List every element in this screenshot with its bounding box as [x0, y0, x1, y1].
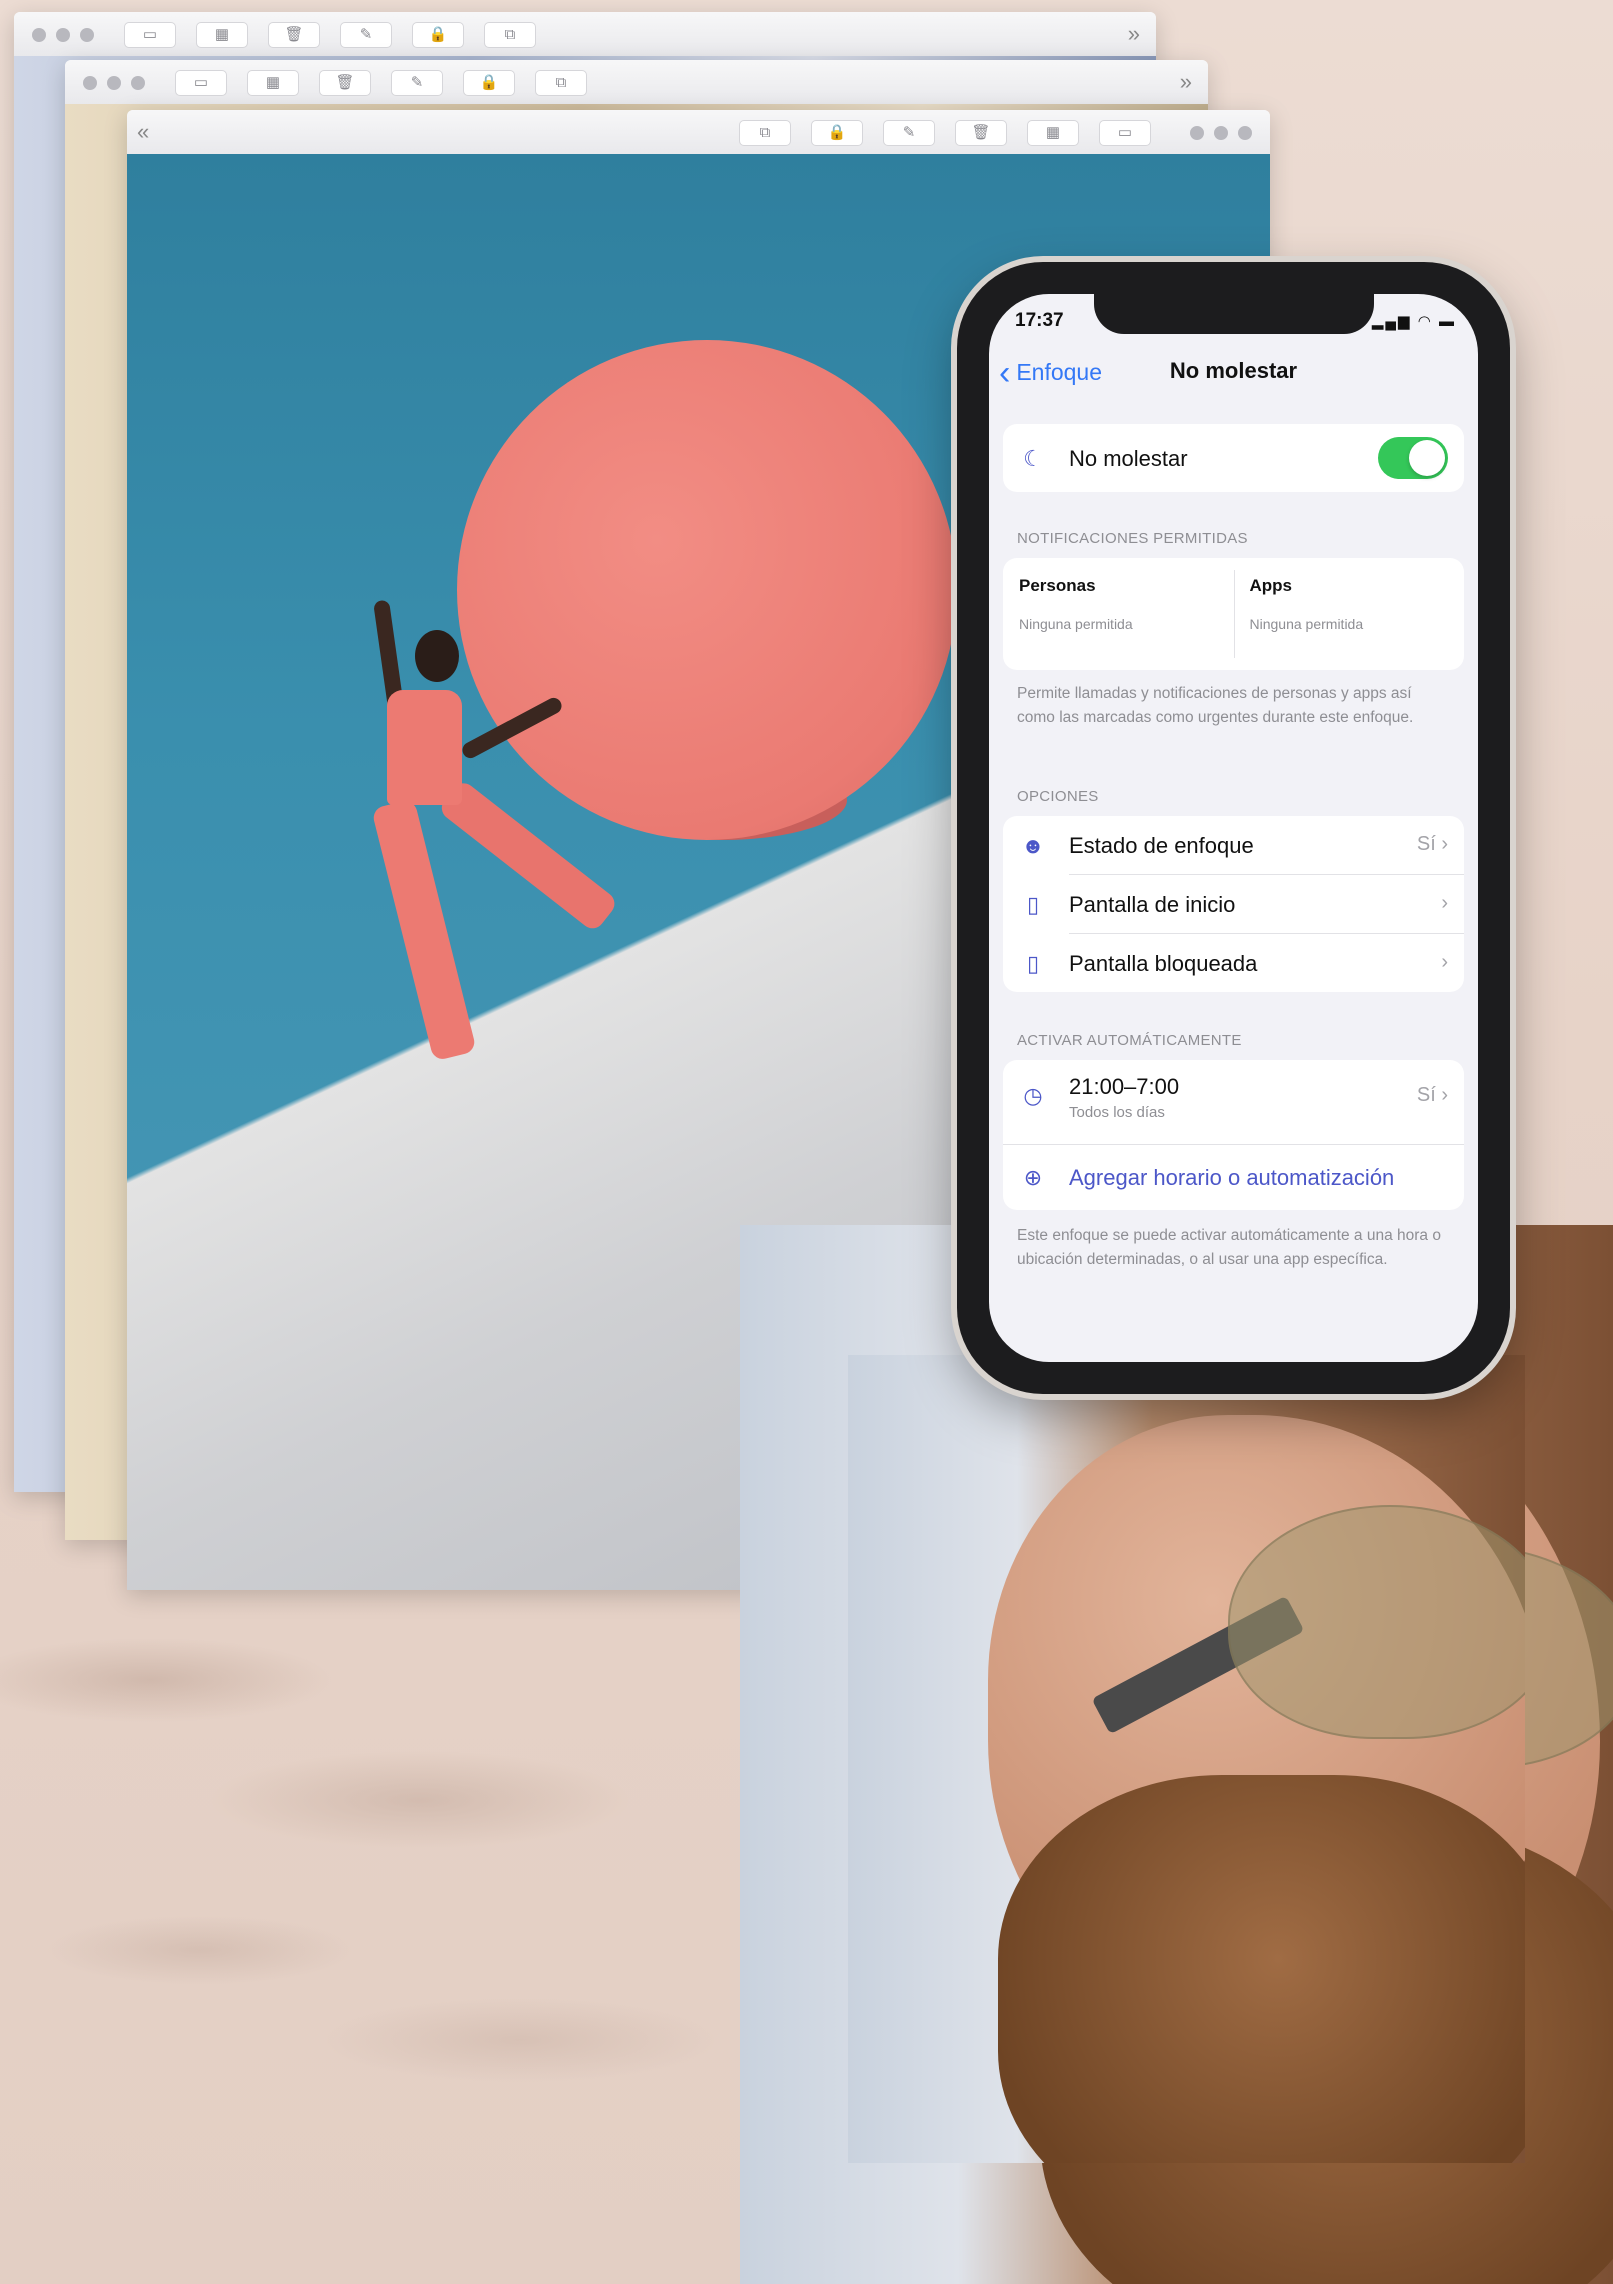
traffic-lights[interactable]	[1190, 126, 1252, 140]
apps-title: Apps	[1249, 576, 1293, 595]
focus-toggle-label: No molestar	[1069, 446, 1188, 471]
lock-button[interactable]: 🔒	[811, 120, 863, 146]
page-title: No molestar	[1169, 358, 1298, 383]
people-subtitle: Ninguna permitida	[1019, 616, 1133, 632]
back-chevron-icon[interactable]: «	[137, 121, 149, 143]
trash-button[interactable]: 🗑	[955, 120, 1007, 146]
status-time: 17:37	[1015, 310, 1064, 331]
status-signal-wifi-battery-icon: ▂▄▆ ◠ ▬	[1371, 313, 1456, 330]
trash-button[interactable]: 🗑	[319, 70, 371, 96]
add-schedule-button[interactable]: ⊕ Agregar horario o automatización	[1003, 1148, 1464, 1206]
schedule-row[interactable]: ◷ 21:00–7:00 Todos los días Sí ›	[1003, 1066, 1464, 1136]
portrait-photo-front	[848, 1355, 1525, 2163]
notifications-card: Personas Ninguna permitida Apps Ninguna …	[1003, 558, 1464, 670]
home-screen-icon: ▯	[1026, 892, 1040, 917]
option-estado-enfoque[interactable]: ☻ Estado de enfoque Sí ›	[1003, 816, 1464, 874]
notifications-note: Permite llamadas y notificaciones de per…	[1017, 685, 1414, 726]
person-circle-icon: ☻	[1021, 833, 1045, 858]
traffic-lights[interactable]	[83, 76, 145, 90]
trash-button[interactable]: 🗑	[268, 22, 320, 48]
clock-icon: ◷	[1023, 1083, 1043, 1108]
chevron-right-icon: ›	[1441, 951, 1448, 973]
grid-view-button[interactable]: ▦	[247, 70, 299, 96]
grid-view-button[interactable]: ▦	[1027, 120, 1079, 146]
people-tile[interactable]: Personas Ninguna permitida	[1003, 558, 1234, 670]
section-notificaciones: NOTIFICACIONES PERMITIDAS	[1017, 530, 1248, 547]
share-button[interactable]: ⧉	[739, 120, 791, 146]
focus-toggle-card: ☾ No molestar	[1003, 424, 1464, 492]
apps-tile[interactable]: Apps Ninguna permitida	[1234, 558, 1465, 670]
plus-circle-icon: ⊕	[1023, 1165, 1043, 1190]
apps-subtitle: Ninguna permitida	[1249, 616, 1364, 632]
compose-button[interactable]: ✎	[340, 22, 392, 48]
chevron-right-icon: ›	[1441, 892, 1448, 914]
lock-screen-icon: ▯	[1026, 951, 1040, 976]
moon-icon: ☾	[1023, 446, 1043, 471]
schedule-time: 21:00–7:00	[1069, 1074, 1180, 1099]
option-pantalla-inicio[interactable]: ▯ Pantalla de inicio ›	[1003, 875, 1464, 933]
window-toolbar: ▭ ▦ 🗑 ✎ 🔒 ⧉ »	[14, 12, 1156, 57]
section-opciones: OPCIONES	[1017, 788, 1099, 805]
focus-toggle-switch[interactable]	[1378, 437, 1448, 479]
people-title: Personas	[1019, 576, 1096, 595]
phone-screen: 17:37 ▂▄▆ ◠ ▬ ‹ Enfoque No molestar ☾ No …	[989, 294, 1478, 1362]
sidebar-toggle-button[interactable]: ▭	[1099, 120, 1151, 146]
compose-button[interactable]: ✎	[883, 120, 935, 146]
iphone: 17:37 ▂▄▆ ◠ ▬ ‹ Enfoque No molestar ☾ No …	[957, 262, 1510, 1394]
lock-button[interactable]: 🔒	[463, 70, 515, 96]
share-button[interactable]: ⧉	[484, 22, 536, 48]
schedule-days: Todos los días	[1069, 1104, 1165, 1121]
section-activar: ACTIVAR AUTOMÁTICAMENTE	[1017, 1032, 1242, 1049]
coral-sphere	[457, 340, 957, 840]
share-button[interactable]: ⧉	[535, 70, 587, 96]
sidebar-toggle-button[interactable]: ▭	[124, 22, 176, 48]
sidebar-toggle-button[interactable]: ▭	[175, 70, 227, 96]
window-toolbar: « ⧉ 🔒 ✎ 🗑 ▦ ▭	[127, 110, 1270, 155]
lock-button[interactable]: 🔒	[412, 22, 464, 48]
phone-notch	[1093, 294, 1374, 334]
grid-view-button[interactable]: ▦	[196, 22, 248, 48]
traffic-lights[interactable]	[32, 28, 94, 42]
automation-note: Este enfoque se puede activar automática…	[1017, 1227, 1441, 1268]
options-card: ☻ Estado de enfoque Sí › ▯ Pantalla de i…	[1003, 816, 1464, 992]
compose-button[interactable]: ✎	[391, 70, 443, 96]
forward-chevron-icon[interactable]: »	[1128, 23, 1140, 45]
schedule-value: Sí	[1416, 1084, 1436, 1106]
option-pantalla-bloqueada[interactable]: ▯ Pantalla bloqueada ›	[1003, 934, 1464, 992]
automation-card: ◷ 21:00–7:00 Todos los días Sí › ⊕ Agreg…	[1003, 1060, 1464, 1210]
window-toolbar: ▭ ▦ 🗑 ✎ 🔒 ⧉ »	[65, 60, 1208, 105]
option-value: Sí	[1416, 833, 1436, 855]
forward-chevron-icon[interactable]: »	[1180, 71, 1192, 93]
